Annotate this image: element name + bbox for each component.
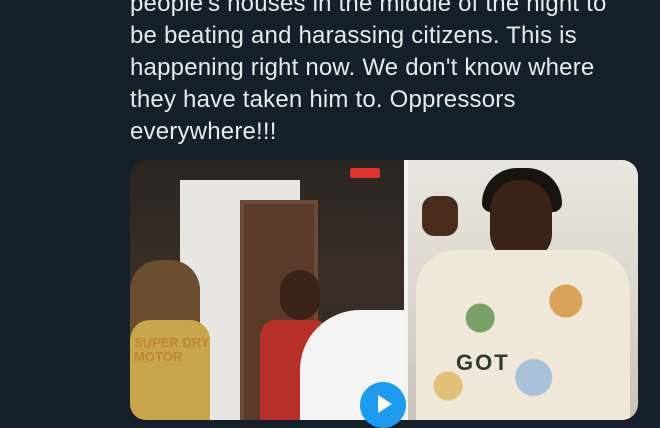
tweet-line: be beating and harassing citizens. This … (130, 22, 577, 49)
tweet-line: they have taken him to. Oppressors (130, 86, 516, 113)
image-person-middle (280, 270, 320, 320)
image-person-head (490, 180, 552, 260)
media-image-left[interactable]: SUPER DRY MOTOR (130, 160, 420, 420)
image-red-marker (350, 168, 380, 178)
tweet-line: everywhere!!! (130, 118, 277, 145)
tweet-line: happening right now. We don't know where (130, 54, 595, 81)
play-video-button[interactable] (360, 382, 406, 428)
image-raised-fist (422, 196, 458, 236)
image-sweater: GOT (416, 250, 630, 420)
image-shirt-left: SUPER DRY MOTOR (130, 320, 210, 420)
sweater-print-text: GOT (456, 350, 510, 375)
tweet-text: people's houses in the middle of the nig… (130, 0, 650, 148)
media-image-right[interactable]: GOT (408, 160, 638, 420)
tweet-media-card[interactable]: SUPER DRY MOTOR GOT (130, 160, 638, 420)
shirt-print-text: SUPER DRY MOTOR (134, 335, 210, 364)
tweet-line: people's houses in the middle of the nig… (130, 0, 607, 17)
